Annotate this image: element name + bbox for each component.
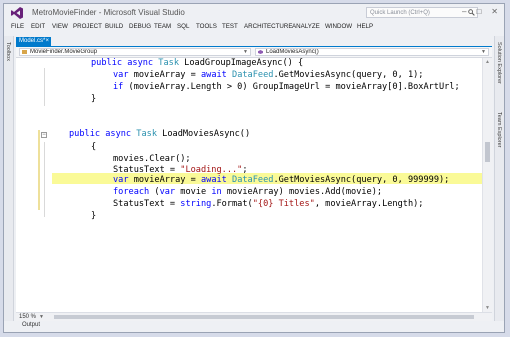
close-button[interactable]: ✕ [491, 7, 498, 16]
outline-line [44, 142, 45, 217]
code-line: var movieArray = await DataFeed.GetMovie… [113, 175, 450, 185]
code-line: movies.Clear(); [113, 154, 191, 164]
type-dropdown-value: MovieFinder.MovieGroup [30, 49, 98, 55]
chevron-down-icon: ▼ [243, 49, 248, 55]
quick-launch-placeholder: Quick Launch (Ctrl+Q) [370, 10, 430, 16]
right-tool-tabs: Solution Explorer Team Explorer [494, 36, 504, 321]
visual-studio-window: MetroMovieFinder - Microsoft Visual Stud… [3, 3, 505, 333]
menu-help[interactable]: HELP [357, 23, 373, 30]
code-line: } [91, 211, 97, 221]
zoom-dropdown[interactable]: 150 % ▼ [19, 313, 44, 321]
output-tab[interactable]: Output [22, 322, 40, 328]
code-line: public async Task LoadGroupImageAsync() … [91, 58, 304, 68]
menu-architecture[interactable]: ARCHITECTURE [244, 23, 292, 30]
collapse-icon[interactable]: − [41, 132, 47, 138]
changed-lines-indicator [38, 130, 40, 210]
menu-build[interactable]: BUILD [105, 23, 123, 30]
code-line: StatusText = string.Format("{0} Titles",… [113, 199, 424, 209]
member-dropdown-value: LoadMoviesAsync() [266, 49, 319, 55]
menu-project[interactable]: PROJECT [73, 23, 102, 30]
menu-tools[interactable]: TOOLS [196, 23, 217, 30]
window-controls: – □ ✕ [462, 7, 498, 16]
code-editor[interactable]: − public async Task LoadGroupImageAsync(… [16, 58, 482, 312]
member-dropdown[interactable]: LoadMoviesAsync() ▼ [255, 48, 489, 56]
scroll-up-icon[interactable]: ▲ [485, 59, 490, 65]
visual-studio-logo-icon [11, 7, 23, 19]
class-icon [22, 50, 27, 54]
menu-test[interactable]: TEST [222, 23, 238, 30]
team-explorer-tab[interactable]: Team Explorer [496, 112, 502, 147]
document-tab-model[interactable]: Model.cs* × [16, 37, 51, 46]
toolbox-tab-label: Toolbox [5, 42, 11, 61]
menu-view[interactable]: VIEW [52, 23, 68, 30]
chevron-down-icon: ▼ [481, 49, 486, 55]
type-dropdown[interactable]: MovieFinder.MovieGroup ▼ [19, 48, 251, 56]
menu-team[interactable]: TEAM [154, 23, 171, 30]
menu-window[interactable]: WINDOW [325, 23, 352, 30]
solution-explorer-tab[interactable]: Solution Explorer [496, 42, 502, 84]
minimize-button[interactable]: – [462, 7, 466, 16]
navigation-bar: MovieFinder.MovieGroup ▼ LoadMoviesAsync… [16, 47, 492, 58]
code-line: public async Task LoadMoviesAsync() [69, 129, 251, 139]
maximize-button[interactable]: □ [476, 7, 481, 16]
scroll-down-icon[interactable]: ▼ [485, 305, 490, 311]
document-tab-label: Model.cs* [19, 38, 46, 44]
code-line: { [91, 142, 97, 152]
toolbox-tab[interactable]: Toolbox [4, 36, 14, 321]
scrollbar-thumb[interactable] [485, 142, 490, 162]
menu-debug[interactable]: DEBUG [129, 23, 151, 30]
title-bar: MetroMovieFinder - Microsoft Visual Stud… [4, 4, 504, 22]
code-line: if (movieArray.Length > 0) GroupImageUrl… [113, 82, 460, 92]
menu-edit[interactable]: EDIT [31, 23, 45, 30]
horizontal-scrollbar-thumb[interactable] [54, 315, 474, 319]
menu-bar: FILE EDIT VIEW PROJECT BUILD DEBUG TEAM … [4, 23, 504, 33]
close-tab-icon[interactable]: × [45, 37, 49, 46]
menu-analyze[interactable]: ANALYZE [292, 23, 320, 30]
window-title: MetroMovieFinder - Microsoft Visual Stud… [32, 8, 185, 17]
method-icon [258, 50, 263, 54]
zoom-level: 150 % [19, 314, 37, 320]
code-line: foreach (var movie in movieArray) movies… [113, 187, 383, 197]
code-line: var movieArray = await DataFeed.GetMovie… [113, 70, 424, 80]
code-line: } [91, 94, 97, 104]
outline-line [44, 68, 45, 106]
editor-footer: 150 % ▼ [16, 312, 492, 321]
code-line: StatusText = "Loading..."; [113, 165, 248, 175]
menu-sql[interactable]: SQL [177, 23, 189, 30]
vertical-scrollbar[interactable]: ▲ ▼ [482, 58, 493, 312]
chevron-down-icon: ▼ [39, 314, 44, 320]
menu-file[interactable]: FILE [11, 23, 24, 30]
